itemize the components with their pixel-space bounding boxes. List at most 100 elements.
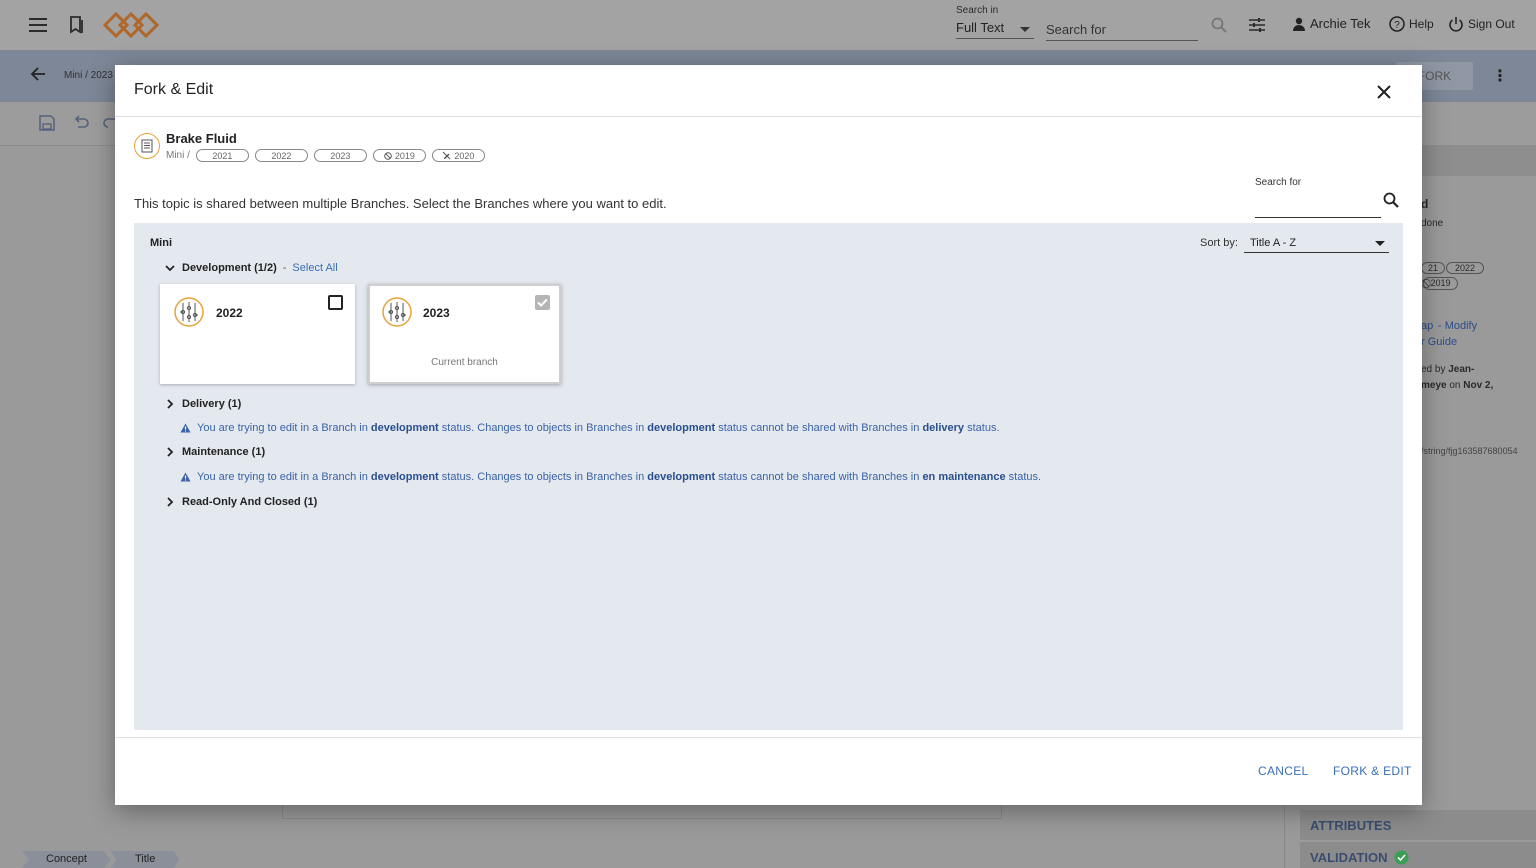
panel-author: meye [1421,380,1447,391]
more-vert-icon[interactable]: ⋮ [1492,66,1508,86]
group-label[interactable]: Maintenance (1) [182,446,265,458]
person-icon [1293,17,1305,31]
topic-branch-path: Mini / 2021 2022 2023 2019 2020 [166,149,485,162]
chevron-right-icon[interactable] [164,446,176,458]
sort-select[interactable]: Title A - Z [1244,233,1389,253]
current-branch-label: Current branch [431,357,498,368]
validation-section[interactable]: VALIDATION [1300,842,1536,868]
path-tab[interactable]: Concept [22,851,111,868]
block-icon [384,151,392,160]
branch-pill-label: 2019 [394,150,415,161]
branch-search-input[interactable] [1255,196,1381,218]
search-scope-value[interactable]: Full Text [956,20,1034,39]
power-icon [1449,17,1463,32]
dialog-header: Fork & Edit [115,65,1422,117]
menu-icon[interactable] [27,14,49,36]
svg-text:?: ? [1394,20,1400,31]
fork-edit-button[interactable]: FORK & EDIT [1333,764,1412,778]
branch-name: 2023 [423,306,450,320]
branch-pill-label: 2023 [330,150,351,161]
chevron-right-icon[interactable] [164,496,176,508]
panel-pill-label: 2019 [1430,278,1451,288]
dialog-footer: CANCEL FORK & EDIT [115,737,1422,805]
breadcrumb[interactable]: Mini / 2023 [64,70,113,81]
panel-link[interactable]: ap [1421,320,1433,332]
warning-text: You are trying to edit in a Branch in de… [197,422,1000,434]
user-menu[interactable]: Archie Tek [1292,16,1370,31]
chevron-right-icon[interactable] [164,398,176,410]
sort-value: Title A - Z [1250,237,1297,249]
delivery-warning: You are trying to edit in a Branch in de… [180,422,1000,434]
select-all-link[interactable]: Select All [292,262,337,274]
app-logo[interactable] [102,11,160,39]
sign-out-label: Sign Out [1468,17,1515,31]
help-label: Help [1409,17,1434,31]
branch-pill: 2020 [431,149,485,162]
close-icon[interactable] [1373,81,1395,103]
dialog-title: Fork & Edit [134,81,214,98]
group-read-only-closed: Read-Only And Closed (1) [164,496,317,508]
help-link[interactable]: ? Help [1389,16,1434,32]
search-icon[interactable] [1383,192,1401,210]
help-icon: ? [1389,16,1405,32]
sign-out-link[interactable]: Sign Out [1448,16,1515,32]
bookmarks-icon[interactable] [66,14,88,36]
maintenance-warning: You are trying to edit in a Branch in de… [180,471,1041,483]
product-title: Mini [150,237,172,249]
branch-pill-label: 2020 [454,150,475,161]
branch-search: Search for [1255,177,1381,218]
dropdown-caret-icon [1375,241,1385,251]
fork-edit-dialog: Fork & Edit Brake Fluid Mini / 2021 2022… [115,65,1422,805]
back-arrow-icon[interactable] [30,66,46,87]
redo-icon[interactable] [103,115,115,133]
attributes-section[interactable]: ATTRIBUTES [1300,810,1536,840]
panel-on: on [1449,380,1461,391]
group-maintenance: Maintenance (1) [164,446,265,458]
branch-checkbox[interactable] [328,295,343,310]
filter-settings-icon[interactable] [1246,14,1268,36]
branch-pill: 2022 [254,149,308,162]
path-tab[interactable]: Title [110,851,180,868]
search-scope-select[interactable]: Search in Full Text [956,5,1034,39]
check-icon [537,298,548,307]
topic-document-icon [134,133,160,159]
global-search-input[interactable]: Search for [1046,22,1198,41]
panel-created-on: meye on Nov 2, [1421,380,1493,391]
group-label[interactable]: Development (1/2) [182,262,277,274]
cancel-button[interactable]: CANCEL [1258,764,1308,778]
branch-card[interactable]: 2022 [160,284,355,384]
search-icon[interactable] [1208,14,1230,36]
panel-link[interactable]: r Guide [1421,336,1457,348]
branch-name: 2022 [216,306,243,320]
edit-off-icon [443,151,451,160]
branch-pill: 2021 [195,149,249,162]
group-label[interactable]: Read-Only And Closed (1) [182,496,317,508]
top-app-bar: Search in Full Text Search for Archie Te… [0,0,1536,50]
panel-topic-title: d [1421,197,1429,211]
topic-path-root: Mini / [166,150,190,161]
group-label[interactable]: Delivery (1) [182,398,241,410]
undo-icon[interactable] [73,115,89,133]
panel-created-label: ed by [1421,364,1446,375]
warning-icon [180,472,191,482]
panel-branch-pill: 2022 [1446,262,1485,274]
search-scope-label: Search in [956,5,999,16]
branch-pill-label: 2021 [212,150,233,161]
panel-branch-pill: 21 [1421,262,1446,274]
branch-circuit-icon [382,297,412,327]
branch-checkbox-checked[interactable] [535,295,550,310]
panel-date: Nov 2, [1463,380,1494,391]
save-icon[interactable] [39,115,55,135]
branch-circuit-icon [174,297,204,327]
panel-link[interactable]: - Modify [1438,320,1477,332]
validation-label: VALIDATION [1310,849,1388,865]
editor-frame [282,805,1002,819]
branch-search-label: Search for [1255,177,1302,188]
topic-title: Brake Fluid [166,131,237,146]
branch-card-current[interactable]: 2023 Current branch [368,284,561,384]
check-circle-icon [1394,850,1409,864]
chevron-down-icon[interactable] [164,262,176,274]
branch-pill: 2019 [372,149,426,162]
panel-author: Jean- [1448,364,1475,375]
branch-pill: 2023 [313,149,367,162]
